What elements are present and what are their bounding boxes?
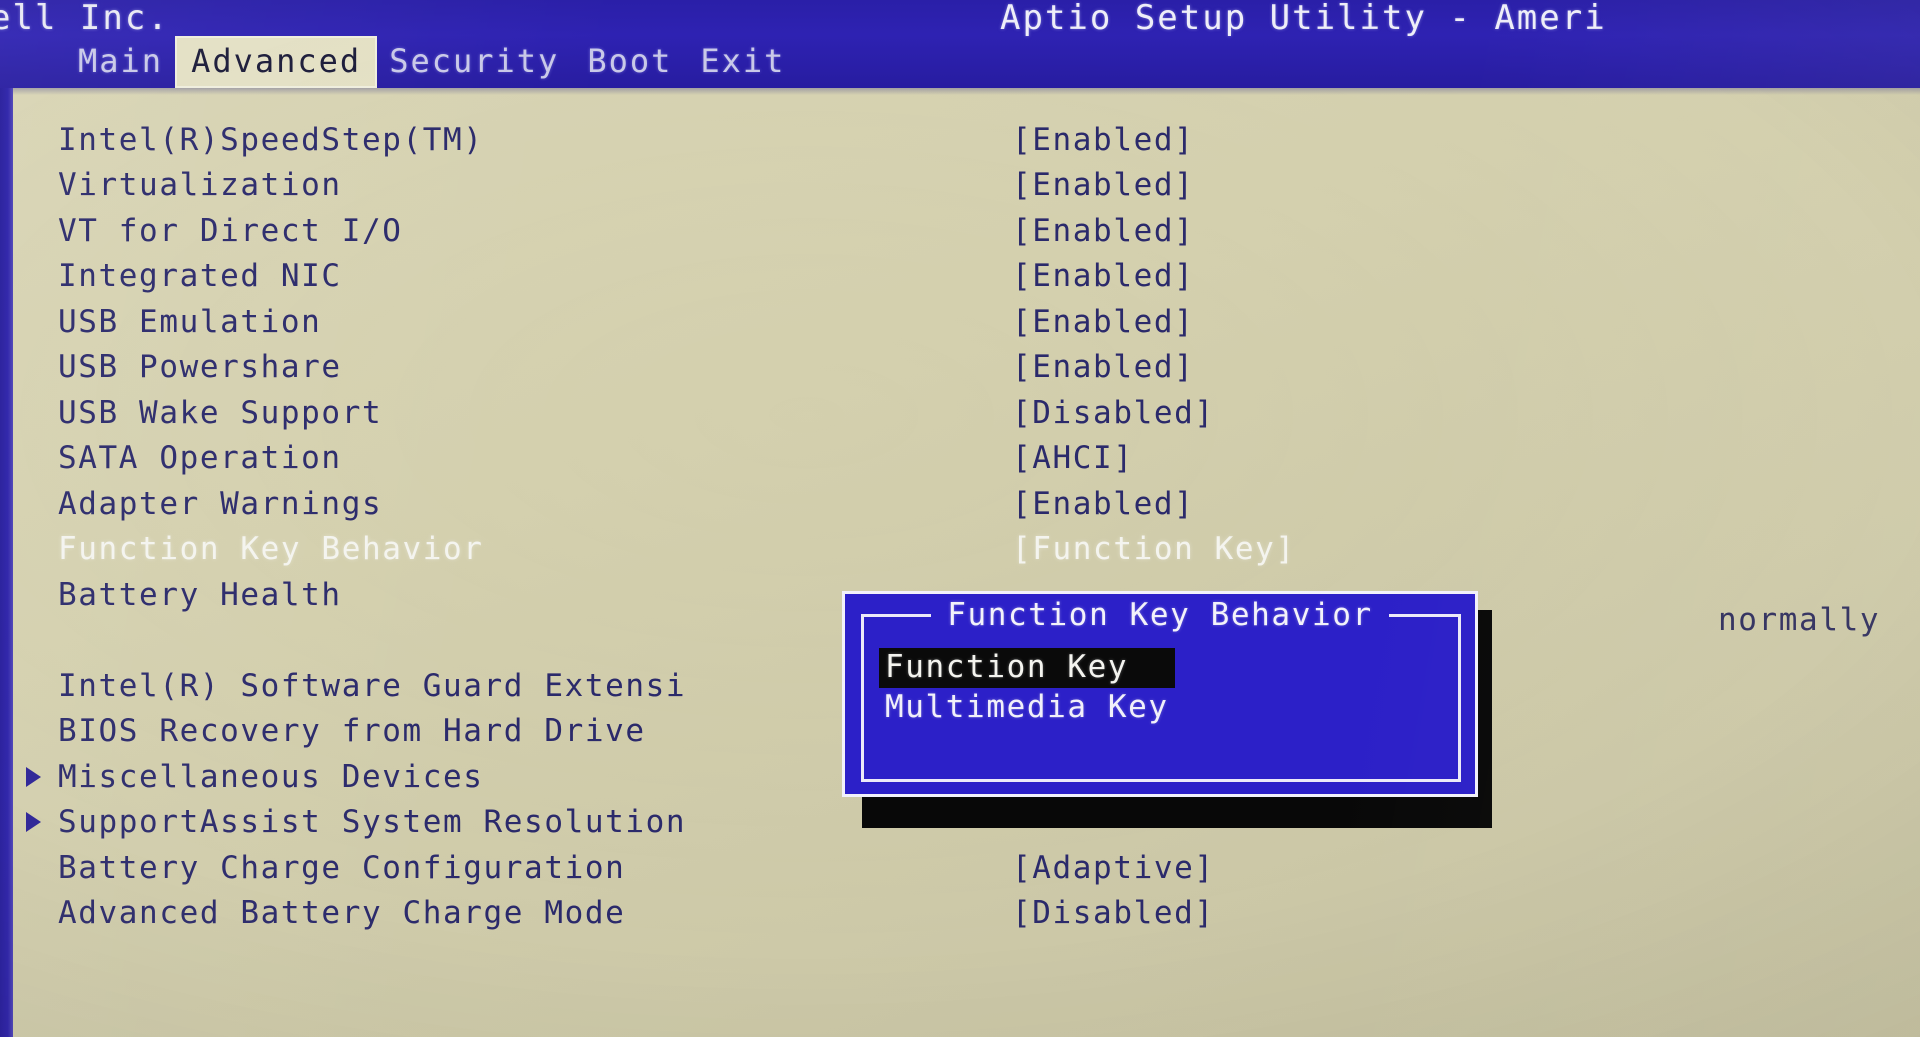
setting-label: VT for Direct I/O [58, 212, 403, 249]
submenu-arrow-icon [26, 766, 41, 787]
setting-row[interactable]: Virtualization [Enabled] [0, 167, 1920, 204]
setting-value[interactable]: [AHCI] [1012, 440, 1134, 476]
setting-label: BIOS Recovery from Hard Drive [58, 713, 646, 749]
setting-value[interactable]: [Enabled] [1012, 122, 1194, 158]
function-key-behavior-dialog[interactable]: Function Key Behavior Function Key Multim… [845, 594, 1475, 794]
setting-row[interactable]: Adapter Warnings [Enabled] [0, 485, 1920, 522]
tab-label: Boot [587, 42, 673, 80]
tab-main[interactable]: Main [64, 38, 177, 86]
submenu-arrow-icon [26, 812, 41, 832]
tab-label: Exit [700, 42, 786, 80]
setting-label: SupportAssist System Resolution [58, 804, 687, 840]
setting-row[interactable]: Integrated NIC [Enabled] [0, 258, 1920, 295]
setting-label: Intel(R) Software Guard Extensi [58, 667, 687, 704]
setting-value[interactable]: [Disabled] [1012, 895, 1215, 931]
setting-value[interactable]: [Enabled] [1012, 167, 1194, 203]
dialog-title: Function Key Behavior [931, 597, 1389, 633]
setting-label: Adapter Warnings [58, 485, 383, 522]
dialog-option[interactable]: Function Key [879, 648, 1175, 688]
setting-row[interactable]: SATA Operation [AHCI] [0, 440, 1920, 477]
help-text: normally [1718, 602, 1881, 638]
setting-row[interactable]: USB Wake Support [Disabled] [0, 394, 1920, 431]
setting-row[interactable]: Battery Charge Configuration [Adaptive] [0, 849, 1920, 886]
setting-value[interactable]: [Disabled] [1012, 395, 1215, 431]
setting-value[interactable]: [Enabled] [1012, 213, 1194, 249]
setting-value[interactable]: [Function Key] [1012, 531, 1296, 567]
setting-label: Intel(R)SpeedStep(TM) [58, 121, 484, 158]
setting-row[interactable]: Advanced Battery Charge Mode [Disabled] [0, 895, 1920, 932]
page-title: Aptio Setup Utility - Ameri [1000, 0, 1607, 38]
setting-label: Miscellaneous Devices [58, 758, 484, 795]
tab-boot[interactable]: Boot [573, 38, 686, 86]
setting-label: SATA Operation [58, 440, 342, 476]
setting-row[interactable]: USB Powershare [Enabled] [0, 349, 1920, 386]
setting-label: Advanced Battery Charge Mode [58, 895, 626, 931]
tab-exit[interactable]: Exit [686, 38, 799, 86]
setting-row[interactable]: Intel(R)SpeedStep(TM) [Enabled] [0, 121, 1920, 158]
bios-setup-screen: ell Inc. Aptio Setup Utility - Ameri Mai… [0, 0, 1920, 1037]
setting-value[interactable]: [Enabled] [1012, 349, 1194, 385]
setting-label: USB Emulation [58, 303, 322, 340]
tab-security[interactable]: Security [375, 38, 573, 86]
dialog-option[interactable]: Multimedia Key [879, 688, 1175, 728]
setting-row[interactable]: USB Emulation [Enabled] [0, 303, 1920, 340]
pane-top-divider [13, 88, 1920, 95]
setting-label: Battery Health [58, 576, 342, 613]
setting-row[interactable]: VT for Direct I/O [Enabled] [0, 212, 1920, 249]
setting-row[interactable]: Function Key Behavior [Function Key] [0, 531, 1920, 568]
setting-label: Battery Charge Configuration [58, 849, 626, 886]
setting-label: USB Wake Support [58, 394, 383, 431]
setting-label: Virtualization [58, 167, 342, 203]
tab-label: Security [389, 42, 560, 80]
tab-label: Advanced [191, 42, 362, 80]
tab-label: Main [78, 42, 164, 80]
menu-tab-bar: Main Advanced Security Boot Exit [0, 38, 799, 86]
dialog-option-list: Function Key Multimedia Key [879, 648, 1175, 728]
vendor-name: ell Inc. [0, 0, 170, 38]
setting-value[interactable]: [Enabled] [1012, 258, 1194, 294]
tab-advanced[interactable]: Advanced [177, 38, 376, 86]
setting-label: Function Key Behavior [58, 531, 484, 567]
setting-label: Integrated NIC [58, 258, 342, 294]
setting-label: USB Powershare [58, 349, 342, 385]
setting-value[interactable]: [Enabled] [1012, 486, 1194, 522]
setting-value[interactable]: [Enabled] [1012, 304, 1194, 340]
setting-value[interactable]: [Adaptive] [1012, 850, 1215, 886]
dialog-title-wrap: Function Key Behavior [845, 597, 1475, 633]
